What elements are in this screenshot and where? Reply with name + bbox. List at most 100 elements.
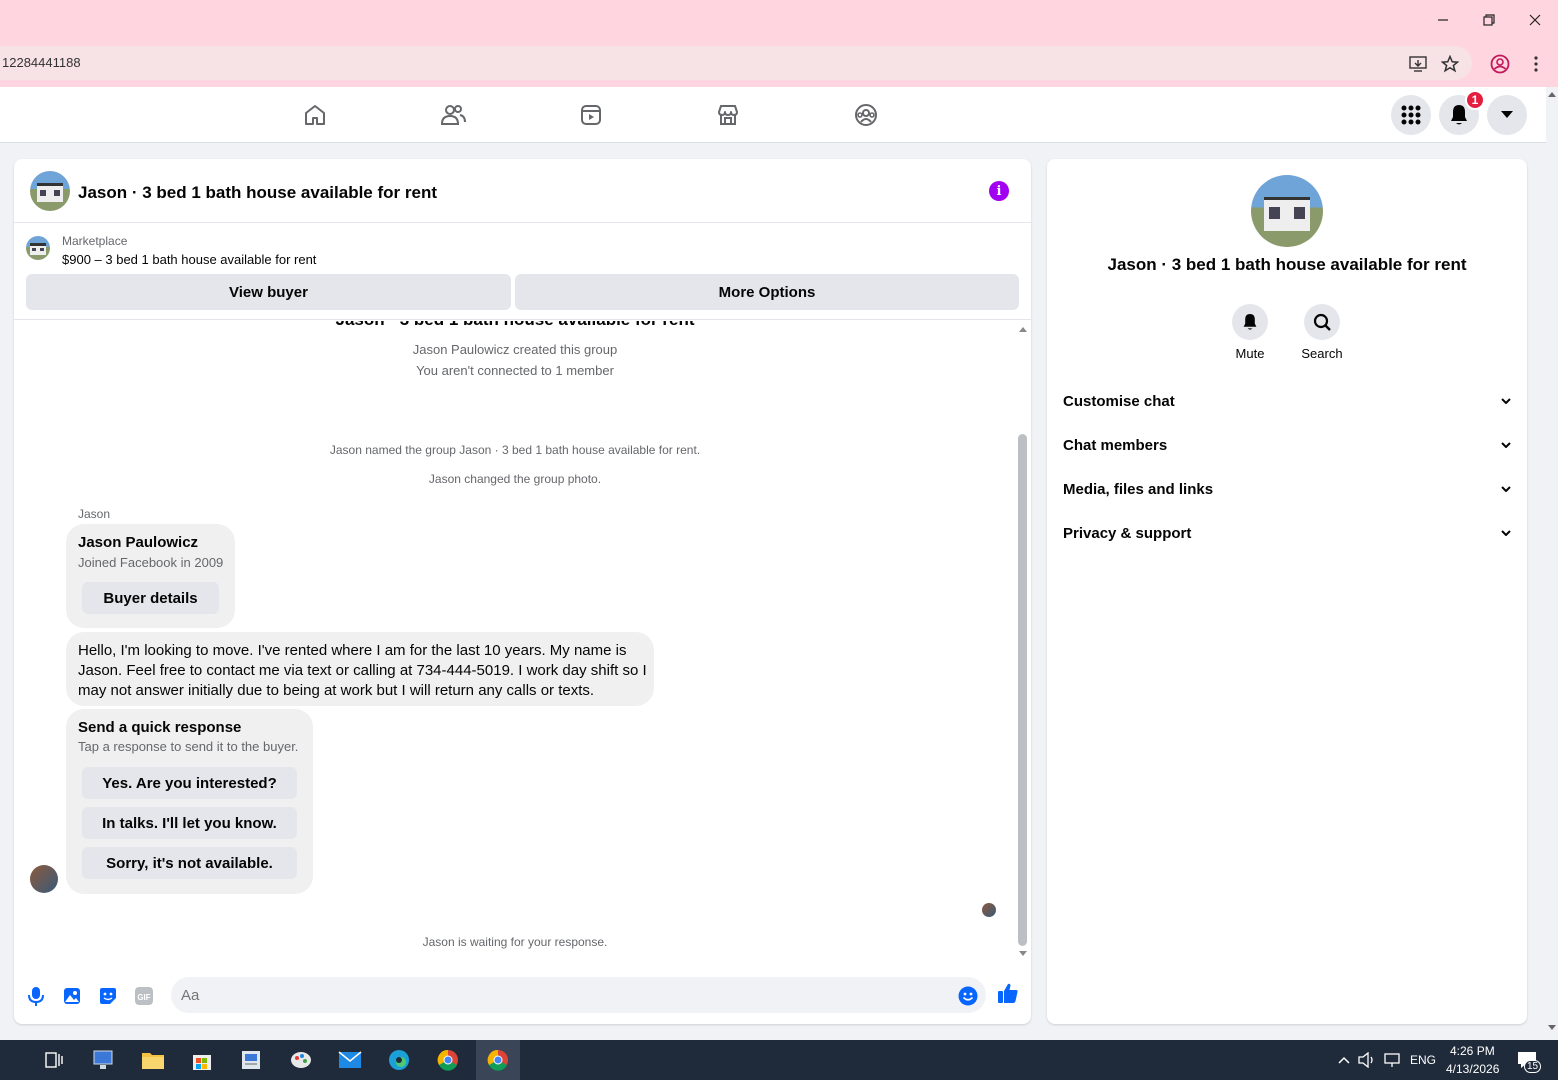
profile-name: Jason Paulowicz <box>78 534 199 551</box>
microphone-icon[interactable] <box>25 985 47 1007</box>
menu-grid-button[interactable] <box>1391 95 1431 135</box>
browser-menu-icon[interactable] <box>1525 53 1547 75</box>
minimize-icon[interactable] <box>1431 8 1455 32</box>
network-icon[interactable] <box>1382 1046 1402 1074</box>
group-title-partial: Jason · 3 bed 1 bath house available for… <box>14 321 1016 330</box>
grid-icon <box>1401 105 1421 125</box>
close-icon[interactable] <box>1523 8 1547 32</box>
named-event: Jason named the group Jason · 3 bed 1 ba… <box>329 443 701 457</box>
gif-icon[interactable]: GIF <box>133 985 155 1007</box>
quick-response-not-available[interactable]: Sorry, it's not available. <box>82 847 297 879</box>
profile-icon[interactable] <box>1489 53 1511 75</box>
quick-response-title: Send a quick response <box>78 719 242 736</box>
message-bubble: Hello, I'm looking to move. I've rented … <box>66 632 654 706</box>
file-explorer-icon[interactable] <box>139 1046 167 1074</box>
customise-chat-section[interactable]: Customise chat <box>1063 383 1511 419</box>
video-icon[interactable] <box>573 99 609 131</box>
account-button[interactable] <box>1487 95 1527 135</box>
mail-icon[interactable] <box>336 1046 364 1074</box>
chevron-down-icon <box>1501 442 1511 448</box>
thumbs-up-icon[interactable] <box>997 982 1019 1004</box>
connection-notice: You aren't connected to 1 member <box>416 363 614 378</box>
notification-badge: 1 <box>1465 90 1485 110</box>
chat-members-label: Chat members <box>1063 436 1168 454</box>
group-photo-large[interactable] <box>1251 175 1323 247</box>
listing-thumbnail[interactable] <box>26 236 50 260</box>
read-receipt-avatar <box>982 903 996 917</box>
page-scroll-arrows <box>1548 92 1556 1030</box>
quick-response-in-talks[interactable]: In talks. I'll let you know. <box>82 807 297 839</box>
search-icon <box>1304 304 1340 340</box>
notification-count: 15 <box>1524 1060 1542 1073</box>
store-icon[interactable] <box>188 1046 216 1074</box>
more-options-button[interactable]: More Options <box>515 274 1019 310</box>
message-text: Hello, I'm looking to move. I've rented … <box>78 642 647 699</box>
buyer-details-button[interactable]: Buyer details <box>82 582 219 614</box>
group-photo[interactable] <box>30 171 70 211</box>
sender-avatar[interactable] <box>30 865 58 893</box>
mute-label: Mute <box>1235 346 1265 361</box>
facebook-header <box>0 87 1546 143</box>
groups-icon[interactable] <box>848 99 884 131</box>
photo-event: Jason changed the group photo. <box>428 472 602 486</box>
chat-members-section[interactable]: Chat members <box>1063 427 1511 463</box>
marketplace-label: Marketplace <box>62 234 128 248</box>
chrome-icon[interactable] <box>434 1046 462 1074</box>
chevron-down-icon <box>1501 486 1511 492</box>
bell-icon <box>1451 105 1467 125</box>
browser-title-bar <box>0 0 1558 40</box>
chat-scroll-thumb[interactable] <box>1018 434 1027 946</box>
install-app-icon[interactable] <box>1407 53 1429 75</box>
address-bar: 12284441188 <box>0 40 1558 87</box>
language-indicator[interactable]: ENG <box>1410 1053 1436 1067</box>
marketplace-icon[interactable] <box>710 99 746 131</box>
remote-desktop-icon[interactable] <box>90 1046 118 1074</box>
quick-response-yes[interactable]: Yes. Are you interested? <box>82 767 297 799</box>
chat-panel: Jason · 3 bed 1 bath house available for… <box>14 159 1031 1024</box>
search-label: Search <box>1301 346 1343 361</box>
marketplace-bar: Marketplace $900 – 3 bed 1 bath house av… <box>14 224 1031 320</box>
privacy-support-label: Privacy & support <box>1063 524 1192 542</box>
message-input[interactable] <box>171 977 986 1013</box>
customise-chat-label: Customise chat <box>1063 392 1175 410</box>
info-icon[interactable]: i <box>989 181 1009 201</box>
page-scrollbar[interactable] <box>1546 87 1558 1040</box>
document-app-icon[interactable] <box>237 1046 265 1074</box>
chat-info-panel: Jason · 3 bed 1 bath house available for… <box>1047 159 1527 1024</box>
sender-name: Jason <box>78 507 111 521</box>
listing-price-title[interactable]: $900 – 3 bed 1 bath house available for … <box>62 252 316 267</box>
search-button[interactable]: Search <box>1292 304 1352 361</box>
view-buyer-button[interactable]: View buyer <box>26 274 511 310</box>
chat-header: Jason · 3 bed 1 bath house available for… <box>14 159 1031 223</box>
side-title: Jason · 3 bed 1 bath house available for… <box>1107 255 1467 274</box>
quick-response-subtitle: Tap a response to send it to the buyer. <box>78 739 299 754</box>
friends-icon[interactable] <box>435 99 471 131</box>
task-view-icon[interactable] <box>40 1046 68 1074</box>
chrome-active-icon[interactable] <box>476 1040 520 1080</box>
sticker-icon[interactable] <box>97 985 119 1007</box>
paint-icon[interactable] <box>287 1046 315 1074</box>
privacy-support-section[interactable]: Privacy & support <box>1063 515 1511 551</box>
url-text[interactable]: 12284441188 <box>2 55 81 70</box>
volume-icon[interactable] <box>1357 1046 1377 1074</box>
media-files-links-section[interactable]: Media, files and links <box>1063 471 1511 507</box>
message-area[interactable]: Jason · 3 bed 1 bath house available for… <box>14 321 1031 961</box>
url-box[interactable]: 12284441188 <box>0 46 1472 80</box>
photo-icon[interactable] <box>61 985 83 1007</box>
bookmark-star-icon[interactable] <box>1439 53 1461 75</box>
media-files-links-label: Media, files and links <box>1063 480 1214 498</box>
quick-response-card: Send a quick response Tap a response to … <box>66 709 313 894</box>
chevron-up-icon[interactable] <box>1334 1046 1354 1074</box>
restore-icon[interactable] <box>1477 8 1501 32</box>
composer: GIF <box>14 969 1031 1024</box>
clock-date[interactable]: 4/13/2026 <box>1446 1062 1499 1076</box>
home-icon[interactable] <box>297 99 333 131</box>
emoji-icon[interactable] <box>957 985 979 1007</box>
chevron-down-icon <box>1501 530 1511 536</box>
edge-icon[interactable] <box>385 1046 413 1074</box>
svg-text:GIF: GIF <box>137 993 150 1002</box>
created-notice: Jason Paulowicz created this group <box>412 342 618 357</box>
mute-button[interactable]: Mute <box>1220 304 1280 361</box>
chat-title[interactable]: Jason · 3 bed 1 bath house available for… <box>78 183 437 203</box>
clock-time[interactable]: 4:26 PM <box>1450 1044 1495 1058</box>
